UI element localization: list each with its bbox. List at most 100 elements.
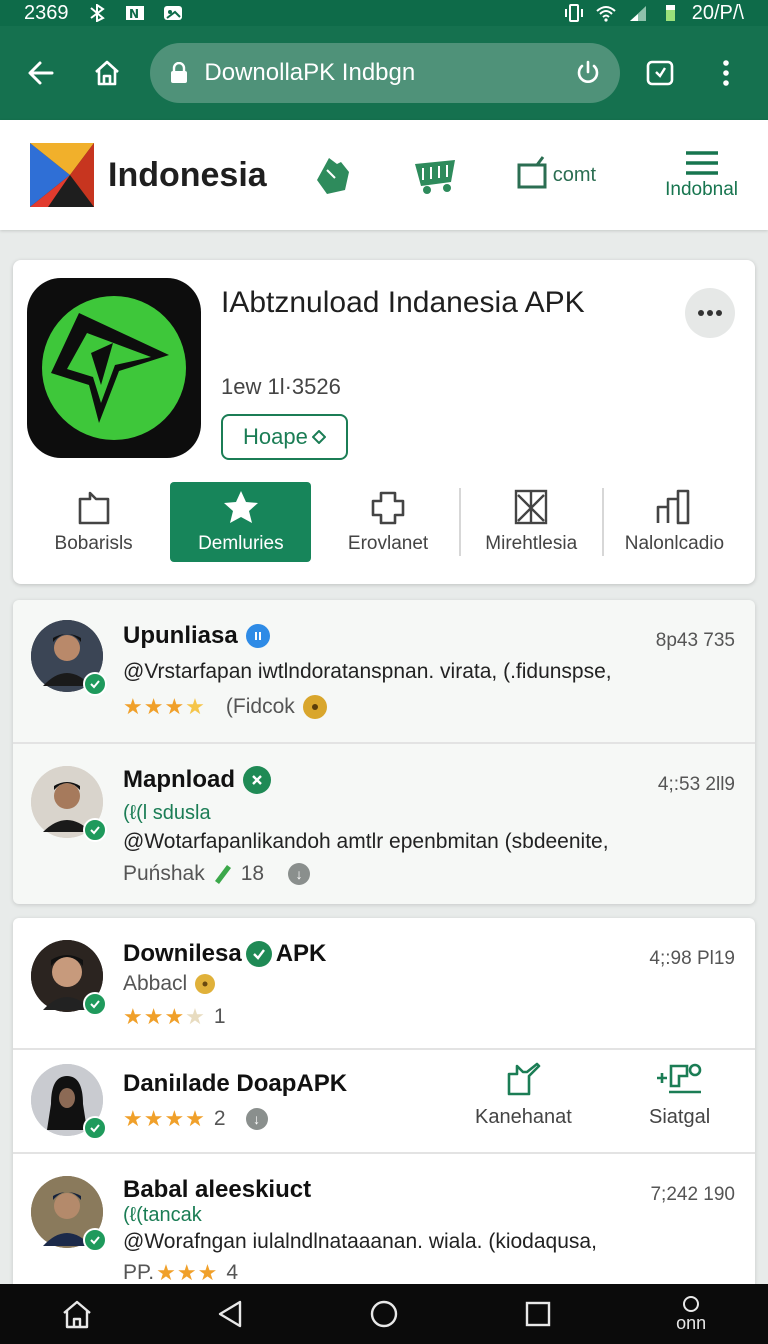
action-stats[interactable]: Nalonlcadio xyxy=(604,482,745,562)
avatar[interactable] xyxy=(31,1176,107,1252)
item-meta: ★★★★ 2 ↓ xyxy=(123,1106,268,1132)
chart-icon xyxy=(657,489,690,525)
download-icon[interactable]: ↓ xyxy=(245,1108,268,1130)
avatar[interactable] xyxy=(31,620,107,696)
tag-diamond-icon xyxy=(311,430,326,444)
nav-home-button[interactable] xyxy=(47,1286,107,1342)
comments-list-bottom: Downilesa APK 4;:98 Pl19 Abbacl ★★★★ 1 D… xyxy=(13,918,755,1288)
item-meta-text: PP. xyxy=(123,1261,155,1284)
item-time: 4;:53 2ll9 xyxy=(657,774,735,795)
more-horizontal-icon xyxy=(698,310,722,316)
more-options-button[interactable] xyxy=(685,288,735,338)
avatar[interactable] xyxy=(31,940,107,1016)
item-meta: PP. ★★★ 4 xyxy=(123,1260,238,1286)
action-tools[interactable]: Mirehtlesia xyxy=(461,482,602,562)
list-item[interactable]: Upunliasa 8p43 735 @Vrstarfapan iwtlndor… xyxy=(13,600,755,744)
lock-icon xyxy=(171,62,188,83)
nav-home-circle-button[interactable] xyxy=(354,1286,414,1342)
nav-extra-label: onn xyxy=(676,1312,707,1333)
tv-comment-link[interactable]: comt xyxy=(515,155,596,195)
circle-small-icon xyxy=(683,1295,700,1312)
tv-comment-icon xyxy=(517,156,547,189)
star-rating: ★★★★ xyxy=(123,1004,206,1029)
circle-home-icon xyxy=(370,1300,398,1328)
verified-icon xyxy=(83,818,107,842)
share-icon xyxy=(78,491,109,525)
item-action-share[interactable]: Siatgal xyxy=(649,1062,710,1129)
item-time: 4;:98 Pl19 xyxy=(649,948,735,969)
item-time: 8p43 735 xyxy=(655,630,735,651)
vibrate-icon xyxy=(564,4,583,22)
info-badge-icon xyxy=(245,624,270,648)
tv-comment-label: comt xyxy=(552,163,597,186)
kettle-icon[interactable] xyxy=(307,150,357,200)
verified-icon xyxy=(83,1228,107,1252)
site-logo[interactable]: Indonesia xyxy=(30,143,267,207)
action-label: Demluries xyxy=(198,533,284,554)
verified-icon xyxy=(83,992,107,1016)
list-item[interactable]: Babal aleeskiuct 7;242 190 (ℓ(tancak @Wo… xyxy=(13,1154,755,1288)
bluetooth-icon xyxy=(89,4,105,22)
power-reload-icon[interactable] xyxy=(574,59,602,87)
item-meta-count: 18 xyxy=(240,862,265,885)
site-menu-button[interactable]: Indobnal xyxy=(665,149,738,201)
list-item[interactable]: Daniılade DoapAPK ★★★★ 2 ↓ Kanehanat Sia… xyxy=(13,1050,755,1154)
item-meta-text: (Fidcok xyxy=(225,695,295,718)
overflow-menu-button[interactable] xyxy=(704,51,748,95)
nav-back-button[interactable] xyxy=(200,1286,260,1342)
back-arrow-icon xyxy=(28,61,54,85)
status-time: 2369 xyxy=(24,1,69,24)
add-connect-icon xyxy=(656,1063,701,1094)
avatar[interactable] xyxy=(31,1064,107,1140)
item-subtitle: (ℓ(tancak xyxy=(123,1204,202,1226)
item-meta: Puńshak 18 ↓ xyxy=(123,862,311,886)
download-icon[interactable]: ↓ xyxy=(288,863,311,885)
item-description: @Worafngan iulalndlnataaanan. wiala. (ki… xyxy=(123,1230,597,1253)
app-tag-button[interactable]: Hoape xyxy=(221,414,348,460)
item-title: Mapnload xyxy=(123,766,271,794)
nav-recents-button[interactable] xyxy=(508,1286,568,1342)
kebab-menu-icon xyxy=(723,60,729,86)
svg-text:N: N xyxy=(129,7,139,21)
signal-icon xyxy=(629,6,646,21)
puzzle-icon xyxy=(371,491,405,525)
home-button[interactable] xyxy=(86,51,128,95)
star-rating: ★★★★ xyxy=(123,1106,206,1131)
item-meta: ★★★★ (Fidcok xyxy=(123,694,327,720)
tabs-button[interactable] xyxy=(638,51,682,95)
item-action-edit[interactable]: Kanehanat xyxy=(475,1062,572,1129)
list-item[interactable]: Mapnload 4;:53 2ll9 (ℓ(l sdusla @Wotarfa… xyxy=(13,744,755,904)
verified-icon xyxy=(83,1116,107,1140)
app-actions: Bobarisls Demluries Erovlanet Mirehtlesi… xyxy=(23,482,745,562)
list-item[interactable]: Downilesa APK 4;:98 Pl19 Abbacl ★★★★ 1 xyxy=(13,918,755,1050)
item-title: Upunliasa xyxy=(123,622,270,650)
close-badge-icon xyxy=(243,766,271,794)
comments-list-top: Upunliasa 8p43 735 @Vrstarfapan iwtlndor… xyxy=(13,600,755,904)
coin-icon xyxy=(195,974,216,994)
back-button[interactable] xyxy=(20,51,62,95)
action-label: Erovlanet xyxy=(347,533,429,554)
cart-truck-icon[interactable] xyxy=(411,150,461,200)
notification-n-icon: N xyxy=(125,6,144,21)
action-favorites[interactable]: Demluries xyxy=(170,482,312,562)
item-meta-text: Puńshak xyxy=(123,862,205,885)
address-bar[interactable]: DownollaPK Indbgn xyxy=(150,43,620,103)
star-play-icon xyxy=(42,296,186,440)
edit-note-icon xyxy=(508,1062,541,1096)
item-rating-count: 1 xyxy=(213,1005,226,1028)
image-notification-icon xyxy=(163,6,182,20)
system-nav-bar: onn xyxy=(0,1284,768,1344)
item-subtitle: Abbacl xyxy=(123,972,188,995)
action-share[interactable]: Bobarisls xyxy=(23,482,164,562)
check-badge-icon xyxy=(245,941,272,967)
item-description: @Vrstarfapan iwtlndoratanspnan. virata, … xyxy=(123,660,612,683)
nav-extra-button[interactable]: onn xyxy=(661,1286,721,1342)
item-meta: ★★★★ 1 xyxy=(123,1004,226,1030)
action-extensions[interactable]: Erovlanet xyxy=(317,482,458,562)
avatar[interactable] xyxy=(31,766,107,842)
star-icon xyxy=(223,491,258,523)
star-rating: ★★★ xyxy=(156,1260,219,1285)
recents-square-icon xyxy=(525,1301,550,1327)
browser-toolbar: DownollaPK Indbgn xyxy=(0,26,768,120)
item-name: Mapnload xyxy=(123,766,235,793)
